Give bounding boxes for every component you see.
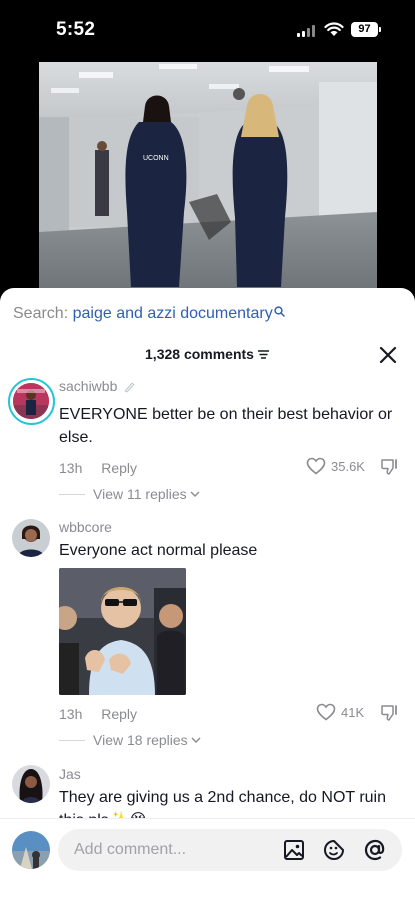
reply-button[interactable]: Reply [101, 706, 137, 722]
heart-icon [306, 457, 326, 475]
chevron-down-icon [191, 737, 201, 743]
wifi-icon [324, 22, 344, 36]
dislike-icon[interactable] [380, 704, 399, 722]
pen-badge-icon [124, 382, 135, 393]
add-comment-input[interactable] [74, 829, 274, 871]
battery-indicator: 97 [351, 22, 381, 37]
avatar [13, 383, 49, 419]
comment-input-pill[interactable] [58, 829, 402, 871]
comment-item: sachiwbb EVERYONE better be on their bes… [0, 376, 415, 506]
comments-count: 1,328 comments [145, 346, 254, 362]
svg-text:UCONN: UCONN [143, 155, 169, 162]
status-time: 5:52 [56, 19, 96, 40]
magnifier-icon [274, 306, 285, 317]
avatar-story-ring[interactable] [8, 378, 55, 425]
avatar[interactable] [12, 765, 50, 803]
reply-button[interactable]: Reply [101, 460, 137, 476]
view-replies-button[interactable]: View 18 replies [59, 732, 201, 748]
like-count: 35.6K [331, 458, 365, 474]
status-bar: 5:52 97 [0, 0, 415, 60]
comment-composer [0, 818, 415, 900]
emoji-icon[interactable] [322, 838, 346, 862]
comment-username[interactable]: Jas [59, 766, 81, 782]
comment-username[interactable]: sachiwbb [59, 378, 135, 394]
comment-text: Everyone act normal please [59, 542, 258, 559]
image-icon[interactable] [282, 838, 306, 862]
comment-meta: 13h Reply [59, 706, 137, 722]
search-suggestion[interactable]: Search: paige and azzi documentary [13, 305, 285, 323]
comments-sheet: Search: paige and azzi documentary 1,328… [0, 288, 415, 900]
like-count: 41K [341, 704, 365, 720]
at-icon[interactable] [363, 838, 387, 862]
chevron-down-icon [190, 491, 200, 497]
comment-item: wbbcore Everyone act normal please 13h R… [0, 518, 415, 748]
comment-gif-image[interactable] [59, 568, 186, 695]
view-replies-button[interactable]: View 11 replies [59, 486, 200, 502]
comment-item: Jas They are giving us a 2nd chance, do … [0, 765, 415, 829]
comment-meta: 13h Reply [59, 460, 137, 476]
like-button[interactable]: 41K [316, 703, 364, 721]
replies-divider [59, 739, 85, 741]
view-replies-label: View 18 replies [93, 732, 188, 748]
replies-divider [59, 493, 85, 495]
heart-icon [316, 703, 336, 721]
dislike-icon[interactable] [380, 458, 399, 476]
avatar[interactable] [12, 519, 50, 557]
sort-icon[interactable] [257, 349, 270, 360]
comment-time: 13h [59, 706, 83, 722]
comment-text: EVERYONE better be on their best behavio… [59, 406, 393, 446]
cellular-signal-icon [297, 25, 317, 37]
comment-username[interactable]: wbbcore [59, 519, 112, 535]
video-player[interactable]: UCONN [39, 62, 377, 290]
comment-time: 13h [59, 460, 83, 476]
search-label: Search: [13, 305, 69, 322]
avatar[interactable] [12, 831, 50, 869]
comments-count-header[interactable]: 1,328 comments [0, 346, 415, 362]
close-icon[interactable] [378, 345, 398, 365]
video-frame: UCONN [39, 62, 377, 290]
search-query-link[interactable]: paige and azzi documentary [73, 305, 273, 322]
like-button[interactable]: 35.6K [306, 457, 365, 475]
view-replies-label: View 11 replies [93, 486, 187, 502]
